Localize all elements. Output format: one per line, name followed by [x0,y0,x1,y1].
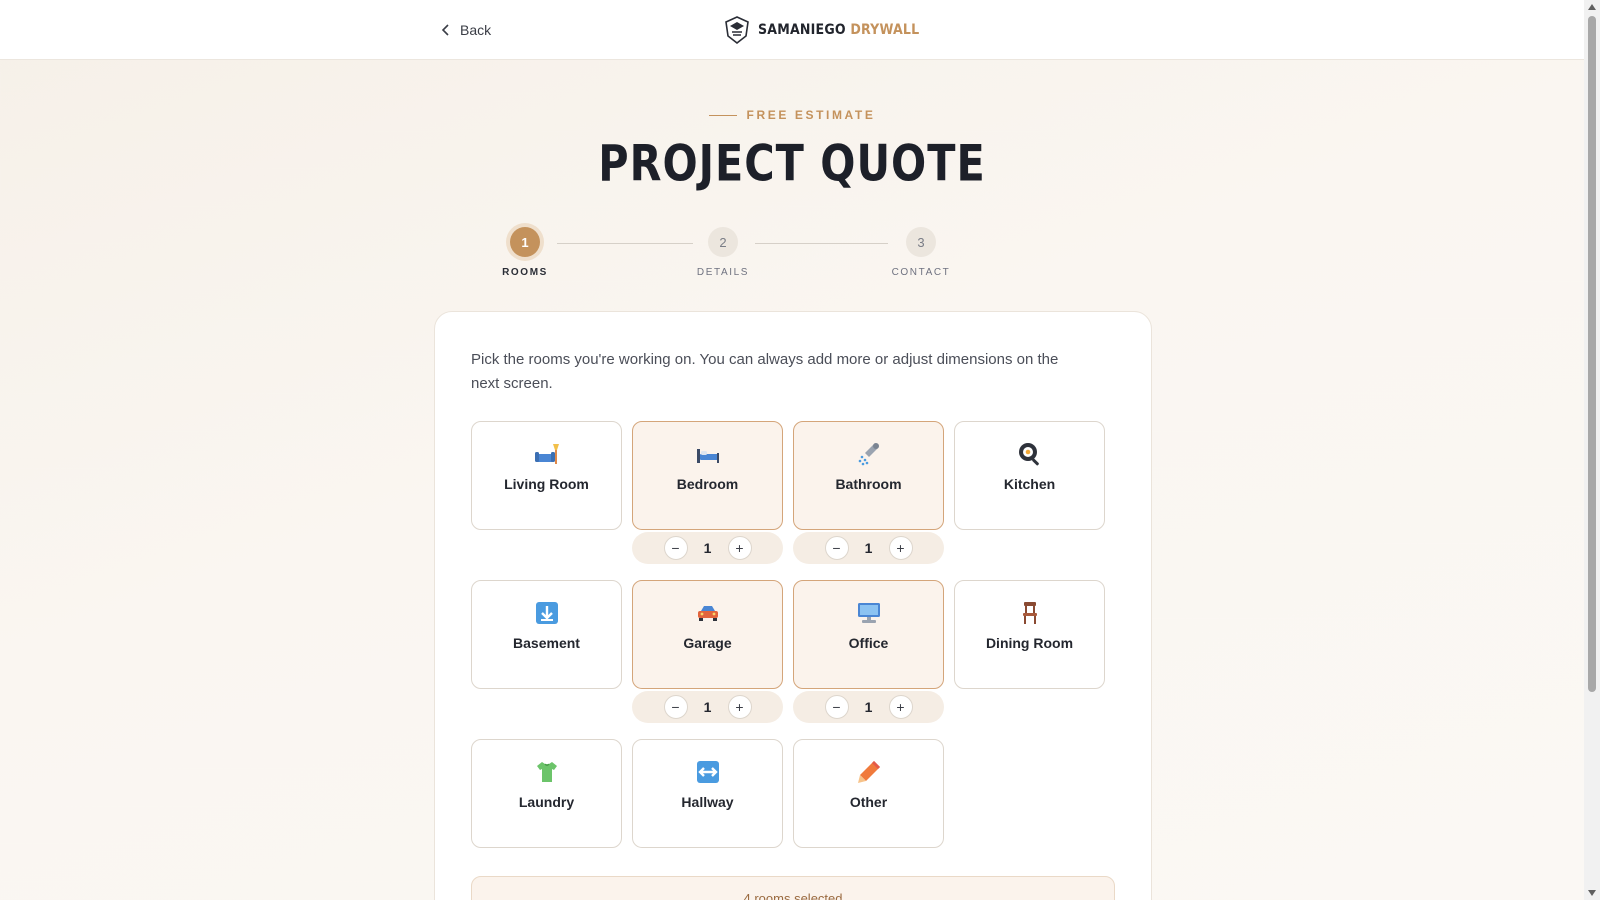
scroll-up-arrow[interactable] [1588,4,1596,10]
decrement-button[interactable]: − [663,695,688,719]
room-name: Living Room [504,476,589,492]
step-contact[interactable]: 3 CONTACT [881,224,961,278]
increment-button[interactable]: + [888,536,913,560]
room-name: Dining Room [985,635,1074,651]
computer-icon [857,603,880,623]
room-name: Bathroom [835,476,902,492]
chair-icon [1022,602,1037,624]
step-connector [557,243,693,244]
scroll-thumb[interactable] [1588,16,1596,692]
back-label: Back [460,22,492,38]
room-name: Garage [683,635,732,651]
decrement-button[interactable]: − [824,536,849,560]
room-name: Office [848,635,889,651]
page-scrollbar[interactable] [1584,0,1600,900]
step-label: CONTACT [891,267,951,278]
frying-pan-icon [1018,443,1039,466]
quantity-value: 1 [703,540,712,556]
room-other[interactable]: Other [793,739,944,848]
logo-shield-icon [725,16,749,44]
decrement-button[interactable]: − [663,536,688,560]
office-quantity-stepper: − 1 + [793,691,944,723]
room-name: Basement [513,635,580,651]
eyebrow-text: FREE ESTIMATE [746,108,876,122]
room-kitchen[interactable]: Kitchen [954,421,1105,530]
room-bathroom[interactable]: Bathroom [793,421,944,530]
sofa-icon [534,444,559,464]
bedroom-quantity-stepper: − 1 + [632,532,783,564]
intro-text: Pick the rooms you're working on. You ca… [471,351,1059,392]
increment-button[interactable]: + [888,695,913,719]
step-label: DETAILS [696,267,750,278]
room-living-room[interactable]: Living Room [471,421,622,530]
pencil-icon [857,761,880,783]
step-number: 3 [906,227,936,257]
decrement-button[interactable]: − [824,695,849,719]
step-connector [755,243,888,244]
room-office[interactable]: Office [793,580,944,689]
quantity-value: 1 [864,699,873,715]
logo-text: SAMANIEGO DRYWALL [758,22,919,38]
logo-name: SAMANIEGO [758,22,846,38]
logo-accent: DRYWALL [850,22,920,38]
bed-icon [696,449,719,463]
page-title: PROJECT QUOTE [598,133,986,193]
quantity-value: 1 [864,540,873,556]
room-garage[interactable]: Garage [632,580,783,689]
step-details[interactable]: 2 DETAILS [683,224,763,278]
bathroom-quantity-stepper: − 1 + [793,532,944,564]
shower-icon [858,443,879,466]
room-bedroom[interactable]: Bedroom [632,421,783,530]
room-name: Hallway [681,794,734,810]
room-name: Bedroom [676,476,739,492]
step-number: 1 [510,227,540,257]
brand-logo[interactable]: SAMANIEGO DRYWALL [724,14,919,46]
shirt-icon [536,762,557,782]
progress-stepper: 1 ROOMS 2 DETAILS 3 CONTACT [0,224,1584,284]
step-label: ROOMS [502,267,548,278]
room-hallway[interactable]: Hallway [632,739,783,848]
increment-button[interactable]: + [727,695,752,719]
scroll-down-arrow[interactable] [1588,890,1596,896]
eyebrow-line [708,114,737,116]
down-arrow-icon [535,602,558,624]
room-dining-room[interactable]: Dining Room [954,580,1105,689]
room-name: Other [849,794,888,810]
step-rooms[interactable]: 1 ROOMS [485,224,565,278]
chevron-left-icon [441,24,449,36]
left-right-arrow-icon [696,761,719,783]
back-button[interactable]: Back [440,18,491,42]
eyebrow: FREE ESTIMATE [0,108,1584,122]
room-selection-card: Pick the rooms you're working on. You ca… [434,311,1152,900]
car-icon [697,606,718,621]
garage-quantity-stepper: − 1 + [632,691,783,723]
top-bar: Back SAMANIEGO DRYWALL [0,0,1584,60]
room-name: Laundry [518,794,575,810]
quantity-value: 1 [703,699,712,715]
selection-summary: 4 rooms selected [471,876,1115,900]
increment-button[interactable]: + [727,536,752,560]
room-laundry[interactable]: Laundry [471,739,622,848]
step-number: 2 [708,227,738,257]
room-basement[interactable]: Basement [471,580,622,689]
room-name: Kitchen [1003,476,1056,492]
